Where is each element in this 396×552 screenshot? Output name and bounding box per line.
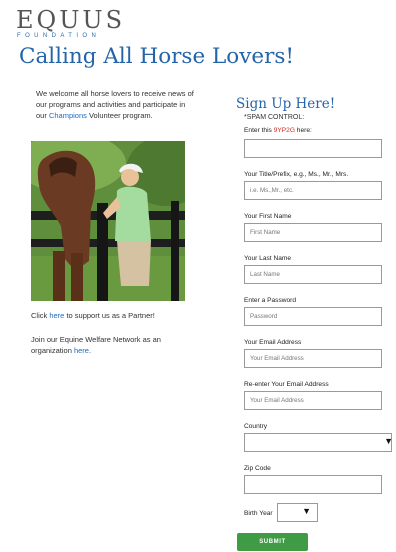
- signup-heading: Sign Up Here!: [236, 96, 336, 112]
- partner-link[interactable]: here: [49, 311, 64, 320]
- network-link[interactable]: here: [74, 346, 89, 355]
- partner-text-after: to support us as a Partner!: [64, 311, 155, 320]
- title-input[interactable]: i.e. Ms.,Mr., etc.: [244, 181, 382, 200]
- birth-year-select[interactable]: ▼: [277, 503, 318, 522]
- equus-logo[interactable]: EQUUS: [16, 6, 125, 34]
- captcha-label-after: here:: [294, 127, 312, 134]
- network-text: Join our Equine Welfare Network as an or…: [31, 334, 181, 356]
- partner-text: Click here to support us as a Partner!: [31, 310, 155, 321]
- last-name-input[interactable]: Last Name: [244, 265, 382, 284]
- submit-button[interactable]: SUBMIT: [237, 533, 308, 551]
- password-input[interactable]: Password: [244, 307, 382, 326]
- champions-link[interactable]: Champions: [49, 111, 87, 120]
- title-label: Your Title/Prefix, e.g., Ms., Mr., Mrs.: [244, 171, 349, 178]
- zip-code-label: Zip Code: [244, 465, 271, 472]
- password-label: Enter a Password: [244, 297, 297, 304]
- horse-and-woman-photo: [31, 141, 185, 301]
- email-label: Your Email Address: [244, 339, 302, 346]
- dropdown-arrow-icon: ▼: [302, 506, 311, 516]
- partner-text-before: Click: [31, 311, 50, 320]
- first-name-label: Your First Name: [244, 213, 292, 220]
- last-name-label: Your Last Name: [244, 255, 292, 262]
- first-name-input[interactable]: First Name: [244, 223, 382, 242]
- captcha-code: 9YP2G: [273, 127, 295, 134]
- intro-text-after: Volunteer program.: [86, 111, 153, 120]
- email-confirm-label: Re-enter Your Email Address: [244, 381, 329, 388]
- birth-year-label: Birth Year: [244, 510, 273, 517]
- spam-control-label: *SPAM CONTROL:: [244, 114, 305, 121]
- dropdown-arrow-icon: ▼: [384, 436, 393, 446]
- captcha-input[interactable]: [244, 139, 382, 158]
- captcha-label-before: Enter this: [244, 127, 274, 134]
- intro-text: We welcome all horse lovers to receive n…: [36, 88, 196, 121]
- zip-code-input[interactable]: [244, 475, 382, 494]
- network-text-after: .: [88, 346, 92, 355]
- page-title: Calling All Horse Lovers!: [19, 44, 295, 69]
- logo-subtitle: FOUNDATION: [17, 33, 101, 39]
- network-text-before: Join our Equine Welfare Network as an or…: [31, 335, 161, 355]
- email-input[interactable]: Your Email Address: [244, 349, 382, 368]
- country-label: Country: [244, 423, 268, 430]
- captcha-label: Enter this 9YP2G here:: [244, 127, 312, 134]
- email-confirm-input[interactable]: Your Email Address: [244, 391, 382, 410]
- country-select[interactable]: ▼: [244, 433, 393, 452]
